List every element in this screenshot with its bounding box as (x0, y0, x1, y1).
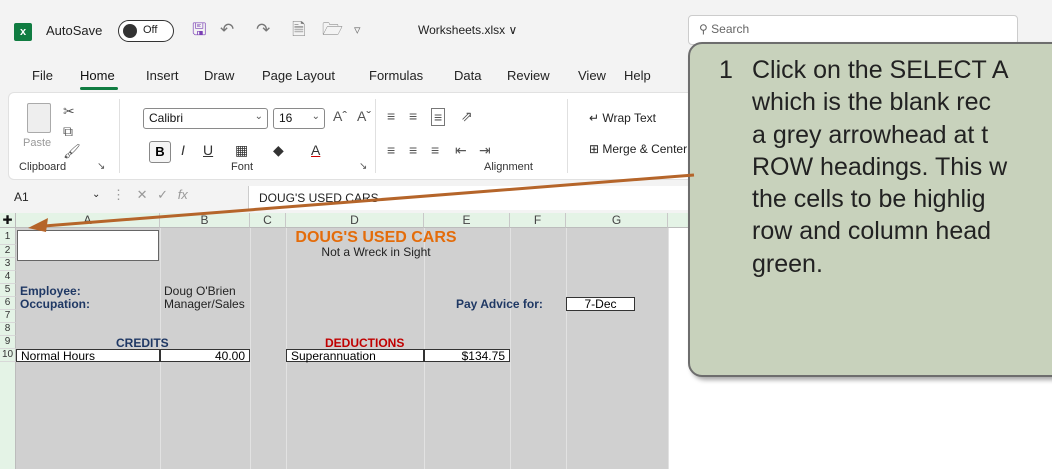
arrow-head (28, 218, 48, 232)
pointer-arrow (28, 173, 695, 232)
arrow-shaft (43, 173, 695, 228)
excel-window: { "titlebar": { "autosave_label": "AutoS… (0, 0, 1052, 469)
